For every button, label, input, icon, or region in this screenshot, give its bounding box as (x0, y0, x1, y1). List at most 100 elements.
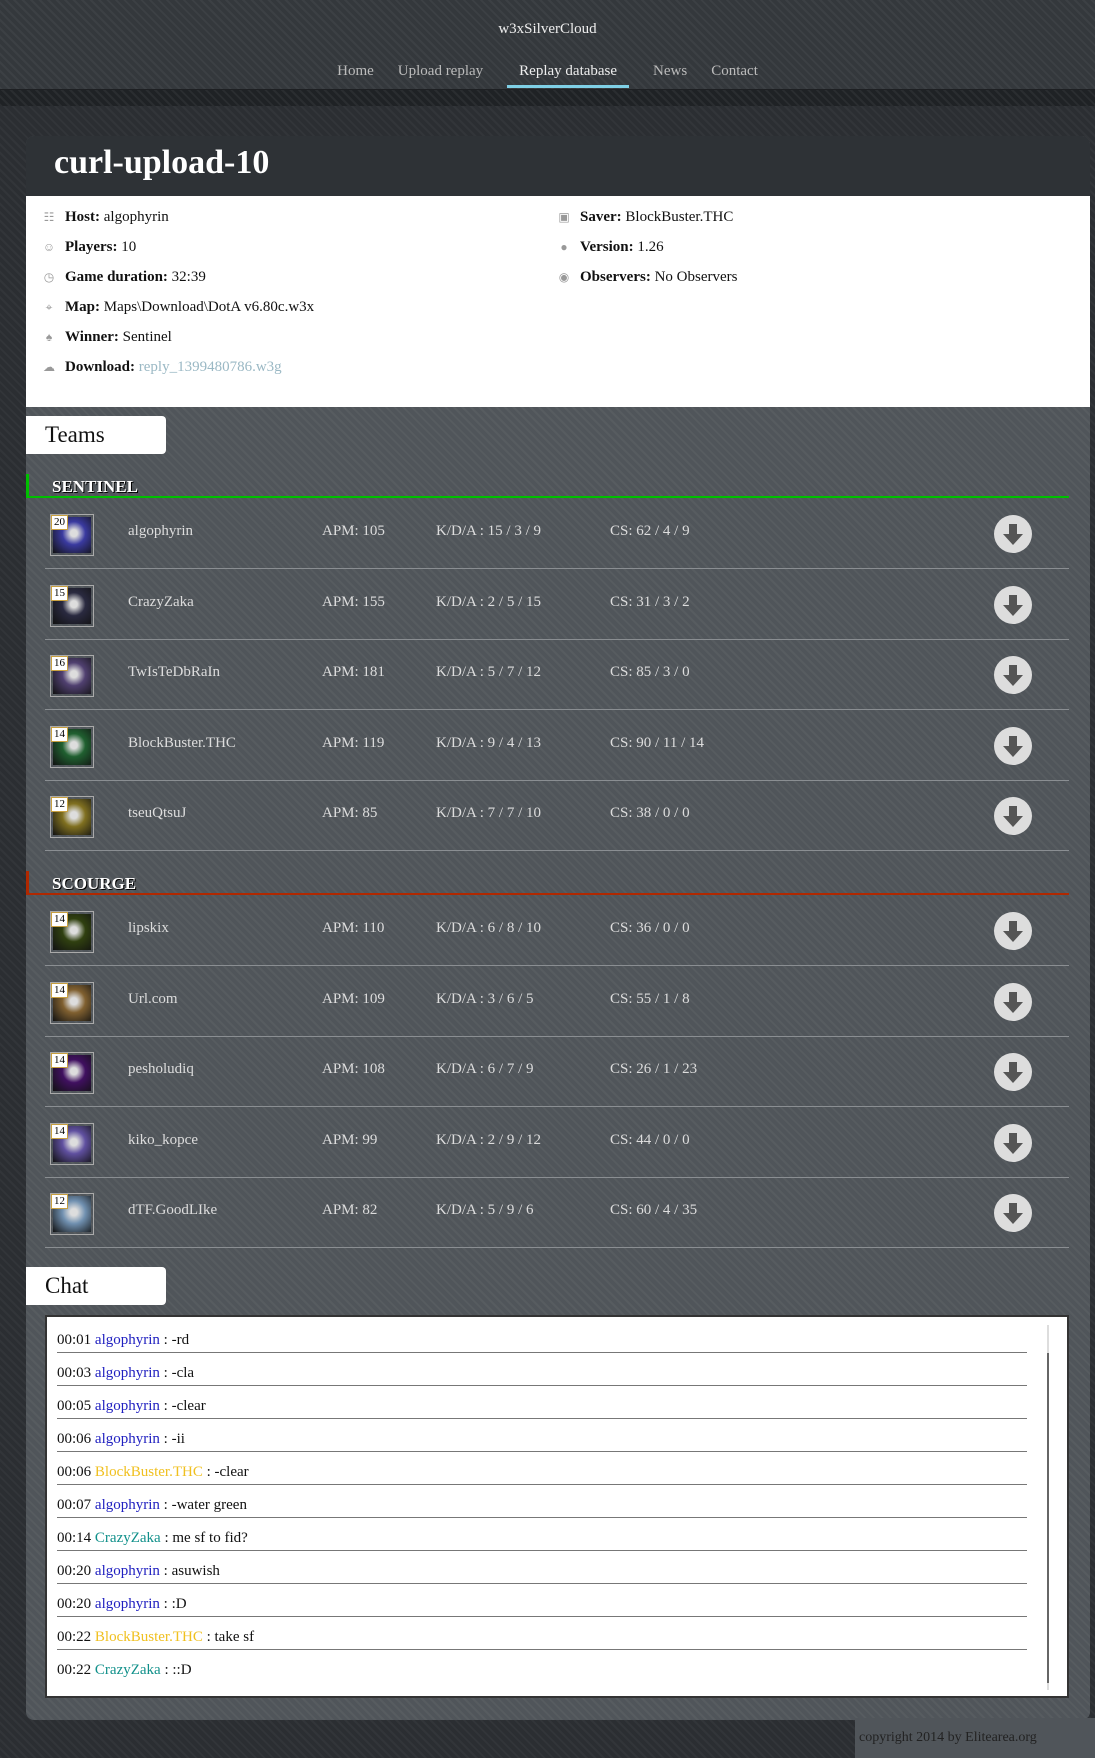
download-link[interactable]: reply_1399480786.w3g (139, 359, 282, 375)
player-apm: APM: 105 (322, 523, 385, 539)
arrow-down-icon (1003, 735, 1023, 757)
player-cs: CS: 60 / 4 / 35 (610, 1202, 698, 1218)
team-name: SENTINEL (52, 477, 138, 496)
chat-text: : asuwish (159, 1563, 220, 1579)
info-winner: ♠ Winner: Sentinel (41, 326, 172, 348)
player-name: pesholudiq (128, 1061, 194, 1077)
duration-value: 32:39 (171, 269, 206, 285)
arrow-down-icon (1003, 921, 1023, 942)
chat-time: 00:22 (57, 1662, 92, 1678)
info-players: ☺ Players: 10 (41, 236, 136, 258)
chat-scrollbar[interactable] (1047, 1325, 1049, 1690)
chat-message: 00:07 algophyrin : -water green (57, 1485, 1027, 1518)
expand-details-button[interactable] (994, 515, 1032, 553)
expand-details-button[interactable] (994, 1123, 1032, 1162)
nav-news[interactable]: News (653, 63, 687, 86)
nav-upload-replay[interactable]: Upload replay (398, 63, 483, 86)
hero-level: 14 (51, 982, 68, 998)
chat-player-name: algophyrin (94, 1431, 160, 1447)
player-cs: CS: 44 / 0 / 0 (610, 1131, 690, 1148)
team-header-sentinel: SENTINEL (26, 474, 1069, 498)
player-cs: CS: 26 / 1 / 23 (610, 1061, 698, 1077)
arrow-down-icon (1003, 991, 1023, 1013)
expand-details-button[interactable] (994, 585, 1032, 624)
version-label: Version: (580, 239, 634, 255)
team-color-line (26, 496, 1069, 498)
chat-time: 00:22 (57, 1629, 92, 1645)
chat-time: 00:20 (57, 1563, 92, 1579)
player-kda: K/D/A : 5 / 7 / 12 (436, 664, 542, 680)
chat-player-name: BlockBuster.THC (94, 1464, 203, 1480)
player-row: 14 BlockBuster.THC APM: 119 K/D/A : 9 / 4 /… (45, 711, 1069, 781)
arrow-down-icon (1003, 1062, 1023, 1083)
player-row: 14 lipskix APM: 110 K/D/A : 6 / 8 / 10 CS: 3… (45, 896, 1069, 966)
save-icon: ▣ (558, 210, 570, 224)
nav-contact[interactable]: Contact (711, 63, 758, 86)
map-value: Maps\Download\DotA v6.80c.w3x (103, 299, 315, 315)
arrow-down-icon (1003, 665, 1023, 686)
player-cs: CS: 38 / 0 / 0 (610, 805, 690, 821)
expand-details-button[interactable] (994, 1194, 1032, 1232)
hero-portrait: 14 (50, 1052, 94, 1094)
hero-portrait: 15 (50, 584, 94, 627)
player-row: 16 TwIsTeDbRaIn APM: 181 K/D/A : 5 / 7 / 12… (45, 640, 1069, 710)
saver-value: BlockBuster.THC (625, 209, 734, 225)
chat-time: 00:05 (57, 1398, 92, 1414)
chat-time: 00:01 (57, 1332, 92, 1348)
chat-time: 00:14 (57, 1530, 92, 1546)
hero-portrait: 12 (50, 796, 94, 838)
chat-text: : -ii (159, 1431, 185, 1447)
chat-heading: Chat (26, 1267, 166, 1305)
chat-text: : -clear (202, 1464, 249, 1480)
hero-level: 12 (51, 797, 68, 812)
observers-value: No Observers (654, 269, 738, 285)
map-label: Map: (65, 299, 100, 315)
expand-details-button[interactable] (994, 797, 1032, 835)
info-observers: ◉ Observers: No Observers (556, 266, 738, 288)
player-cs: CS: 62 / 4 / 9 (610, 523, 690, 539)
info-version: ● Version: 1.26 (556, 236, 664, 258)
chat-message: 00:06 algophyrin : -ii (57, 1419, 1027, 1452)
replay-info: ☷ Host: algophyrin ☺ Players: 10 ◷ Game durat… (26, 196, 1090, 407)
player-row: 14 pesholudiq APM: 108 K/D/A : 6 / 7 / 9 CS:… (45, 1037, 1069, 1107)
clock-icon: ◷ (43, 270, 55, 284)
nav-replay-database[interactable]: Replay database (507, 63, 630, 88)
version-value: 1.26 (637, 239, 664, 255)
expand-details-button[interactable] (994, 912, 1032, 950)
chat-text: : ::D (160, 1662, 192, 1678)
main-nav: Home Upload replay Replay database News Cont… (0, 63, 1095, 88)
player-row: 14 kiko_kopce APM: 99 K/D/A : 2 / 9 / 12 CS:… (45, 1108, 1069, 1178)
player-name: CrazyZaka (128, 593, 194, 610)
expand-details-button[interactable] (994, 1053, 1032, 1091)
chat-player-name: CrazyZaka (94, 1530, 161, 1546)
info-icon: ● (560, 240, 568, 254)
player-kda: K/D/A : 2 / 5 / 15 (436, 593, 542, 610)
player-cs: CS: 36 / 0 / 0 (610, 920, 690, 936)
expand-details-button[interactable] (994, 982, 1032, 1021)
expand-details-button[interactable] (994, 726, 1032, 765)
hero-portrait: 14 (50, 1122, 94, 1165)
chat-player-name: CrazyZaka (94, 1662, 161, 1678)
chat-player-name: algophyrin (94, 1563, 160, 1579)
chat-message: 00:06 BlockBuster.THC : -clear (57, 1452, 1027, 1485)
team-color-bar (26, 871, 29, 895)
player-kda: K/D/A : 6 / 8 / 10 (436, 920, 542, 936)
player-apm: APM: 109 (322, 990, 385, 1007)
expand-details-button[interactable] (994, 656, 1032, 694)
chat-text: : -clear (159, 1398, 206, 1414)
hero-level: 16 (51, 656, 68, 671)
player-row: 15 CrazyZaka APM: 155 K/D/A : 2 / 5 / 15 CS:… (45, 570, 1069, 640)
arrow-down-icon (1003, 806, 1023, 827)
nav-home[interactable]: Home (337, 63, 374, 86)
info-map: ⌖ Map: Maps\Download\DotA v6.80c.w3x (41, 296, 315, 318)
player-kda: K/D/A : 15 / 3 / 9 (436, 523, 542, 539)
player-name: TwIsTeDbRaIn (128, 664, 221, 680)
site-title[interactable]: w3xSilverCloud (0, 21, 1095, 38)
hero-portrait: 12 (50, 1193, 94, 1235)
download-label: Download: (65, 359, 136, 375)
subbar (0, 90, 1095, 106)
users-icon: ☺ (42, 240, 56, 254)
saver-label: Saver: (580, 209, 622, 225)
player-kda: K/D/A : 5 / 9 / 6 (436, 1202, 534, 1218)
footer-copyright: copyright 2014 by Elitearea.org (855, 1718, 1095, 1758)
